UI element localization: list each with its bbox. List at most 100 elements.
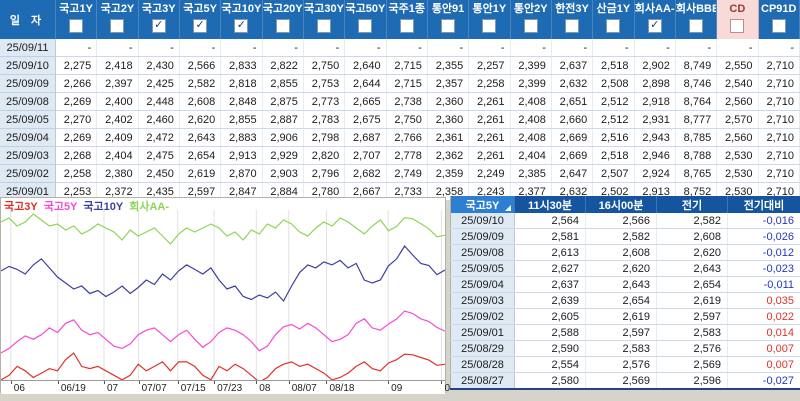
value-cell: 2,637 — [551, 56, 594, 75]
x-tick-mark — [214, 381, 216, 384]
quote-header-1600[interactable]: 16시00분 — [585, 196, 657, 213]
value-cell: 2,507 — [592, 164, 635, 183]
quote-row[interactable]: 25/08/29 2,590 2,583 2,576 0,007 — [450, 340, 800, 357]
quote-row[interactable]: 25/09/03 2,639 2,654 2,619 0,035 — [450, 292, 800, 309]
quote-1130-cell: 2,639 — [514, 292, 586, 309]
date-column-header: 일 자 — [0, 0, 56, 39]
value-cell: 8,746 — [675, 74, 718, 93]
value-cell: 2,402 — [96, 110, 139, 129]
value-cell: 2,710 — [758, 128, 800, 147]
quote-header-1130[interactable]: 11시30분 — [514, 196, 586, 213]
quote-prev-cell: 2,654 — [656, 276, 728, 293]
column-checkbox-12[interactable] — [565, 19, 580, 33]
value-cell: - — [138, 39, 180, 57]
column-checkbox-11[interactable] — [523, 19, 538, 33]
quote-row[interactable]: 25/09/10 2,564 2,566 2,582 -0,016 — [450, 213, 800, 229]
quote-change-cell: 0,035 — [727, 292, 800, 309]
quote-1130-cell: 2,580 — [514, 372, 586, 390]
value-cell: - — [675, 39, 718, 57]
x-tick-label: 07 — [107, 383, 119, 394]
value-cell: - — [716, 39, 759, 57]
value-cell: 2,669 — [551, 146, 594, 165]
column-label: 통안1Y — [472, 3, 507, 15]
column-checkbox-4[interactable]: ✓ — [234, 19, 249, 33]
value-cell: 2,715 — [386, 74, 428, 93]
quote-change-cell: 0,007 — [727, 340, 800, 357]
column-checkbox-9[interactable] — [441, 19, 456, 33]
value-cell: 8,777 — [675, 110, 718, 129]
quote-1130-cell: 2,581 — [514, 228, 586, 245]
column-checkbox-16[interactable] — [730, 19, 745, 33]
column-header-1: 국고2Y — [96, 0, 139, 39]
value-cell: 2,530 — [716, 164, 759, 183]
value-cell: 2,660 — [551, 110, 594, 129]
column-checkbox-17[interactable] — [771, 19, 786, 33]
value-cell: 2,450 — [138, 164, 180, 183]
x-tick-label: 08/18 — [329, 383, 355, 394]
column-checkbox-6[interactable] — [317, 19, 332, 33]
quote-detail-table: 국고5Y 11시30분 16시00분 전기 전기대비 25/09/10 2,564… — [450, 196, 800, 390]
yield-row: 25/09/10 2,275 2,418 2,430 2,566 2,833 2,822 2,… — [0, 56, 800, 75]
value-cell: 2,883 — [220, 128, 263, 147]
value-cell: - — [634, 39, 676, 57]
quote-header-prev[interactable]: 전기 — [656, 196, 728, 213]
quote-header-change[interactable]: 전기대비 — [727, 196, 800, 213]
value-cell: 2,418 — [96, 56, 139, 75]
quote-row[interactable]: 25/09/02 2,605 2,619 2,597 0,022 — [450, 308, 800, 325]
column-checkbox-2[interactable]: ✓ — [151, 19, 166, 33]
value-cell: 2,270 — [55, 110, 98, 129]
series-국고10Y — [1, 245, 445, 303]
column-label: 국고20Y — [262, 3, 303, 15]
column-checkbox-8[interactable] — [399, 19, 414, 33]
column-checkbox-7[interactable] — [358, 19, 373, 33]
column-checkbox-10[interactable] — [482, 19, 497, 33]
quote-row[interactable]: 25/08/27 2,580 2,569 2,596 -0,027 — [450, 372, 800, 390]
quote-1600-cell: 2,597 — [585, 324, 657, 341]
x-tick-label: 08/07 — [291, 383, 317, 394]
quote-prev-cell: 2,643 — [656, 260, 728, 277]
column-checkbox-1[interactable] — [110, 19, 125, 33]
value-cell: 2,362 — [427, 146, 470, 165]
column-header-16: CD — [716, 0, 759, 39]
value-cell: 2,710 — [758, 74, 800, 93]
value-cell: 2,361 — [427, 128, 470, 147]
column-checkbox-0[interactable] — [69, 19, 84, 33]
value-cell: 2,261 — [468, 146, 511, 165]
column-header-11: 통안2Y — [510, 0, 552, 39]
column-checkbox-5[interactable] — [275, 19, 290, 33]
column-checkbox-3[interactable]: ✓ — [193, 19, 208, 33]
value-cell: 2,833 — [220, 56, 263, 75]
column-label: 국고10Y — [221, 3, 262, 15]
quote-row[interactable]: 25/09/05 2,627 2,620 2,643 -0,023 — [450, 260, 800, 277]
value-cell: 2,530 — [716, 146, 759, 165]
quote-row[interactable]: 25/08/28 2,554 2,576 2,569 0,007 — [450, 356, 800, 373]
value-cell: 2,619 — [179, 164, 222, 183]
sort-ascending-icon — [505, 205, 511, 211]
x-tick-label: 09 — [391, 383, 403, 394]
quote-row[interactable]: 25/09/04 2,637 2,643 2,654 -0,011 — [450, 276, 800, 293]
value-cell: 2,855 — [262, 74, 304, 93]
quote-date-cell: 25/09/08 — [450, 244, 515, 261]
date-cell: 25/09/02 — [0, 164, 56, 183]
quote-row[interactable]: 25/09/08 2,613 2,608 2,620 -0,012 — [450, 244, 800, 261]
value-cell: 2,710 — [758, 146, 800, 165]
quote-prev-cell: 2,608 — [656, 228, 728, 245]
value-cell: 2,651 — [551, 92, 594, 111]
quote-row[interactable]: 25/09/09 2,581 2,582 2,608 -0,026 — [450, 228, 800, 245]
column-checkbox-13[interactable] — [606, 19, 621, 33]
quote-header-instrument[interactable]: 국고5Y — [450, 196, 515, 213]
quote-change-cell: 0,014 — [727, 324, 800, 341]
column-checkbox-14[interactable]: ✓ — [647, 19, 662, 33]
quote-change-cell: 0,022 — [727, 308, 800, 325]
quote-prev-cell: 2,596 — [656, 372, 728, 390]
value-cell: 2,855 — [220, 110, 263, 129]
column-checkbox-15[interactable] — [689, 19, 704, 33]
value-cell: 2,560 — [716, 128, 759, 147]
column-header-7: 국고50Y — [344, 0, 387, 39]
value-cell: 2,359 — [427, 164, 470, 183]
value-cell: 2,750 — [386, 110, 428, 129]
value-cell: 2,540 — [716, 74, 759, 93]
x-tick-mark — [57, 381, 59, 384]
quote-row[interactable]: 25/09/01 2,588 2,597 2,583 0,014 — [450, 324, 800, 341]
column-header-4: 국고10Y ✓ — [220, 0, 263, 39]
